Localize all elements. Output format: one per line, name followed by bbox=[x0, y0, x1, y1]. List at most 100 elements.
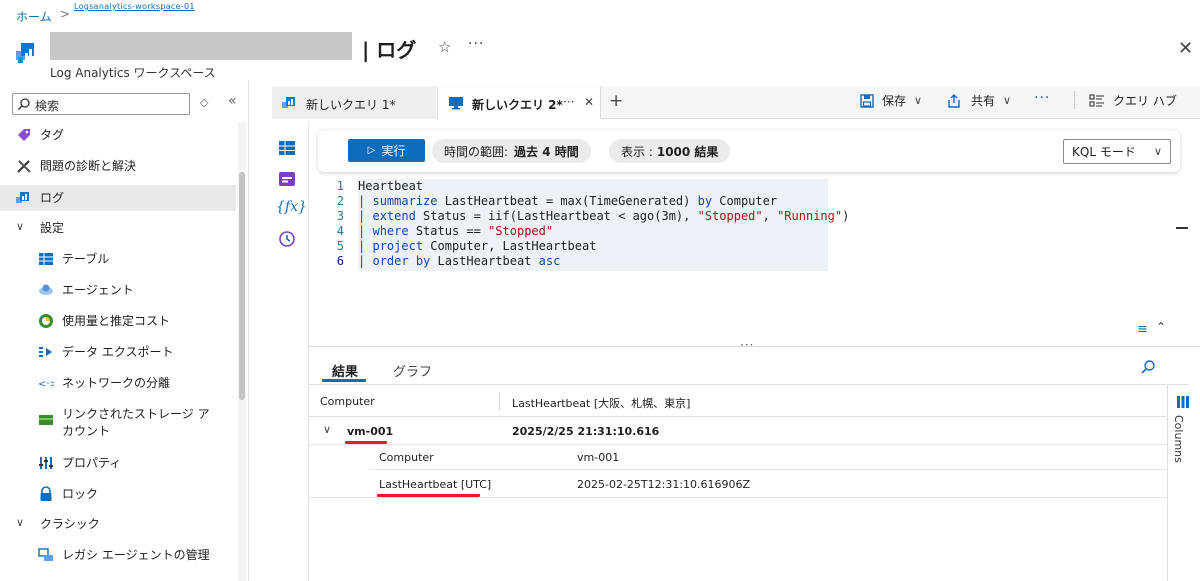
sidebar-search-input[interactable]: 検索 bbox=[12, 93, 190, 115]
sidebar-item-tables[interactable]: テーブル bbox=[38, 250, 109, 267]
tag-icon bbox=[18, 128, 30, 141]
sidebar-item-legacy-agents[interactable]: レガシ エージェントの管理 bbox=[38, 546, 210, 563]
code-line[interactable]: Heartbeat bbox=[358, 179, 423, 194]
favorite-star-icon[interactable]: ☆ bbox=[438, 38, 451, 56]
column-resize-handle[interactable] bbox=[499, 392, 500, 410]
column-header-lastheartbeat[interactable]: LastHeartbeat [大阪、札幌、東京] bbox=[512, 395, 690, 411]
sidebar-item-usage-cost[interactable]: 使用量と推定コスト bbox=[38, 312, 170, 329]
add-tab-button[interactable]: + bbox=[609, 91, 623, 111]
editor-minimap-marker bbox=[1176, 227, 1188, 229]
cell-lastheartbeat[interactable]: 2025/2/25 21:31:10.616 bbox=[512, 425, 659, 438]
save-label: 保存 bbox=[882, 94, 907, 108]
sidebar-item-label: レガシ エージェントの管理 bbox=[62, 548, 210, 562]
sort-toggle-icon[interactable]: ◇ bbox=[200, 96, 208, 109]
sidebar-group-classic[interactable]: ∨ クラシック bbox=[16, 515, 100, 532]
tab-chart[interactable]: グラフ bbox=[393, 361, 432, 380]
sidebar-item-logs[interactable]: ログ bbox=[16, 189, 64, 206]
results-header-divider bbox=[309, 384, 1189, 385]
share-button[interactable]: 共有 ∨ bbox=[947, 92, 1011, 109]
functions-icon[interactable]: {fx} bbox=[276, 199, 307, 215]
queries-icon[interactable] bbox=[278, 170, 296, 188]
search-icon[interactable] bbox=[1140, 359, 1156, 375]
run-button[interactable]: ▷ 実行 bbox=[348, 139, 425, 162]
share-icon bbox=[948, 93, 960, 108]
table-icon[interactable] bbox=[278, 139, 296, 157]
column-header-computer[interactable]: Computer bbox=[320, 395, 375, 408]
logs-icon bbox=[282, 97, 295, 108]
time-range-picker[interactable]: 時間の範囲: 過去 4 時間 bbox=[432, 139, 591, 163]
share-label: 共有 bbox=[971, 94, 996, 108]
chevron-down-icon[interactable]: ∨ bbox=[323, 423, 331, 436]
data-export-icon bbox=[39, 346, 52, 357]
search-placeholder: 検索 bbox=[35, 99, 60, 113]
toolbar-divider bbox=[1074, 91, 1075, 109]
sidebar-item-agents[interactable]: エージェント bbox=[38, 281, 134, 298]
line-number: 1 bbox=[336, 179, 344, 193]
collapse-editor-icon[interactable]: ⌃ bbox=[1156, 320, 1166, 334]
splitter-handle-icon[interactable]: ··· bbox=[740, 338, 754, 352]
breadcrumb-home[interactable]: ホーム bbox=[16, 8, 52, 25]
sidebar-item-linked-storage[interactable]: リンクされたストレージ アカウント bbox=[38, 406, 210, 440]
sidebar-item-label: タグ bbox=[40, 128, 65, 142]
code-line[interactable]: | extend Status = iif(LastHeartbeat < ag… bbox=[358, 209, 849, 224]
monitor-icon bbox=[449, 97, 463, 110]
line-number: 4 bbox=[336, 224, 344, 238]
query-hub-button[interactable]: クエリ ハブ bbox=[1089, 92, 1177, 109]
sidebar-item-label: ログ bbox=[40, 191, 65, 205]
network-icon: <·> bbox=[38, 379, 54, 390]
sidebar-item-diagnose[interactable]: 問題の診断と解決 bbox=[16, 157, 136, 174]
tab-close-icon[interactable]: ✕ bbox=[584, 95, 594, 109]
sidebar-item-label: 問題の診断と解決 bbox=[40, 159, 137, 173]
save-button[interactable]: 保存 ∨ bbox=[860, 92, 922, 109]
columns-icon bbox=[1177, 396, 1189, 408]
active-tab-indicator bbox=[322, 379, 366, 382]
detail-value[interactable]: 2025-02-25T12:31:10.616906Z bbox=[577, 478, 750, 491]
collapse-sidebar-icon[interactable]: « bbox=[228, 93, 237, 109]
logs-icon bbox=[16, 191, 29, 203]
tab-results[interactable]: 結果 bbox=[332, 361, 358, 380]
close-icon[interactable]: ✕ bbox=[1178, 38, 1193, 59]
display-label: 表示 : bbox=[621, 144, 653, 159]
agent-icon bbox=[39, 284, 53, 295]
chevron-down-icon: ∨ bbox=[16, 219, 25, 233]
sidebar-item-properties[interactable]: プロパティ bbox=[38, 454, 121, 471]
format-query-icon[interactable]: ≡ bbox=[1137, 322, 1148, 337]
kql-mode-dropdown[interactable]: KQL モード ∨ bbox=[1063, 139, 1171, 164]
more-options-button[interactable]: ··· bbox=[468, 36, 484, 52]
line-number: 2 bbox=[336, 194, 344, 208]
tab-query-1[interactable]: 新しいクエリ 1* bbox=[272, 87, 436, 119]
sidebar-group-settings[interactable]: ∨ 設定 bbox=[16, 219, 64, 236]
sidebar-item-tags[interactable]: タグ bbox=[16, 126, 64, 143]
row-divider bbox=[309, 497, 1167, 498]
tools-icon bbox=[17, 159, 31, 173]
columns-side-panel[interactable]: Columns bbox=[1167, 385, 1200, 581]
sidebar-item-data-export[interactable]: データ エクスポート bbox=[38, 343, 173, 360]
detail-key: Computer bbox=[379, 451, 434, 464]
query-hub-icon bbox=[1089, 93, 1104, 107]
editor-results-splitter[interactable] bbox=[309, 346, 1200, 347]
row-divider bbox=[309, 444, 1167, 445]
code-line[interactable]: | project Computer, LastHeartbeat bbox=[358, 239, 596, 254]
history-icon[interactable] bbox=[278, 230, 296, 248]
save-icon bbox=[860, 93, 874, 108]
legacy-agent-icon bbox=[38, 547, 53, 561]
result-limit-picker[interactable]: 表示 : 1000 結果 bbox=[609, 139, 731, 163]
redacted-workspace-name bbox=[50, 32, 352, 60]
code-line[interactable]: | order by LastHeartbeat asc bbox=[358, 254, 560, 269]
code-line[interactable]: | where Status == "Stopped" bbox=[358, 224, 553, 239]
sidebar-item-locks[interactable]: ロック bbox=[38, 485, 98, 502]
sidebar-item-network-isolation[interactable]: <·> ネットワークの分離 bbox=[38, 374, 170, 391]
sidebar-item-label: プロパティ bbox=[62, 456, 122, 470]
breadcrumb-separator: > bbox=[60, 7, 71, 21]
cell-computer[interactable]: vm-001 bbox=[347, 425, 393, 438]
detail-value[interactable]: vm-001 bbox=[577, 451, 619, 464]
chevron-down-icon: ∨ bbox=[1003, 94, 1012, 107]
tab-more-button[interactable]: ··· bbox=[563, 95, 574, 109]
tab-query-2[interactable]: 新しいクエリ 2* ··· ✕ bbox=[437, 87, 601, 119]
sidebar-item-label: クラシック bbox=[40, 517, 100, 531]
code-line[interactable]: | summarize LastHeartbeat = max(TimeGene… bbox=[358, 194, 777, 209]
sidebar-divider bbox=[248, 80, 249, 581]
toolbar-more-button[interactable]: ··· bbox=[1034, 90, 1050, 106]
breadcrumb-workspace[interactable]: Logsanalytics-workspace-01 bbox=[74, 2, 195, 11]
sidebar-scrollbar-thumb[interactable] bbox=[239, 172, 245, 400]
